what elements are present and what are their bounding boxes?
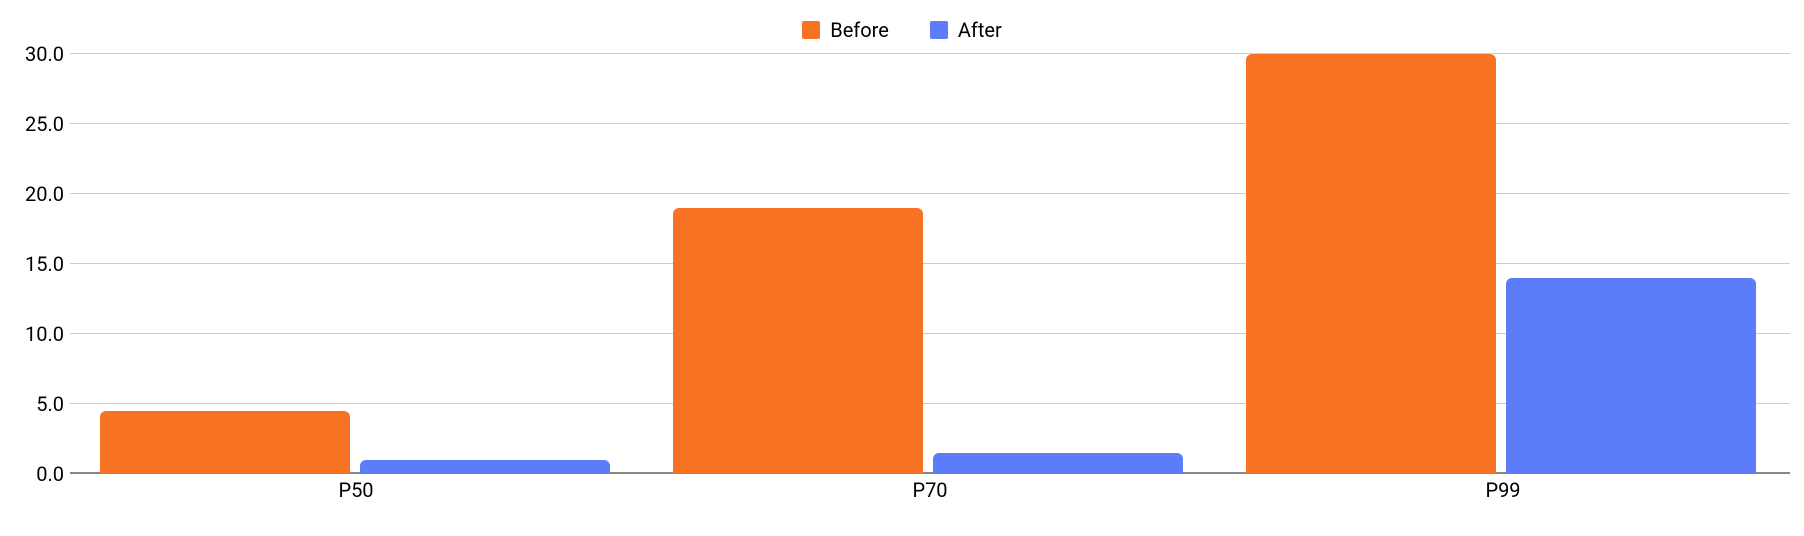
gridline-25 — [70, 123, 1790, 124]
gridline-15 — [70, 263, 1790, 264]
gridline-20 — [70, 193, 1790, 194]
bar-p99-before — [1246, 54, 1496, 474]
legend-label-after: After — [958, 18, 1002, 42]
legend-label-before: Before — [830, 18, 889, 42]
bar-p50-after — [360, 460, 610, 474]
ytick-25: 25.0 — [4, 112, 64, 136]
xtick-p99: P99 — [1485, 478, 1520, 502]
legend-swatch-before — [802, 21, 820, 39]
xtick-p70: P70 — [912, 478, 947, 502]
legend: Before After — [0, 18, 1804, 44]
bar-p50-before — [100, 411, 350, 474]
bar-p99-after — [1506, 278, 1756, 474]
legend-swatch-after — [930, 21, 948, 39]
ytick-15: 15.0 — [4, 252, 64, 276]
xtick-p50: P50 — [338, 478, 373, 502]
bar-p70-before — [673, 208, 923, 474]
ytick-10: 10.0 — [4, 322, 64, 346]
chart: Before After 0.0 5.0 10.0 15.0 20.0 25.0… — [0, 0, 1804, 536]
ytick-5: 5.0 — [4, 392, 64, 416]
ytick-20: 20.0 — [4, 182, 64, 206]
ytick-0: 0.0 — [4, 462, 64, 486]
gridline-30 — [70, 53, 1790, 54]
legend-item-before: Before — [802, 18, 889, 42]
bar-p70-after — [933, 453, 1183, 474]
plot-area — [70, 54, 1790, 474]
ytick-30: 30.0 — [4, 42, 64, 66]
legend-item-after: After — [930, 18, 1002, 42]
